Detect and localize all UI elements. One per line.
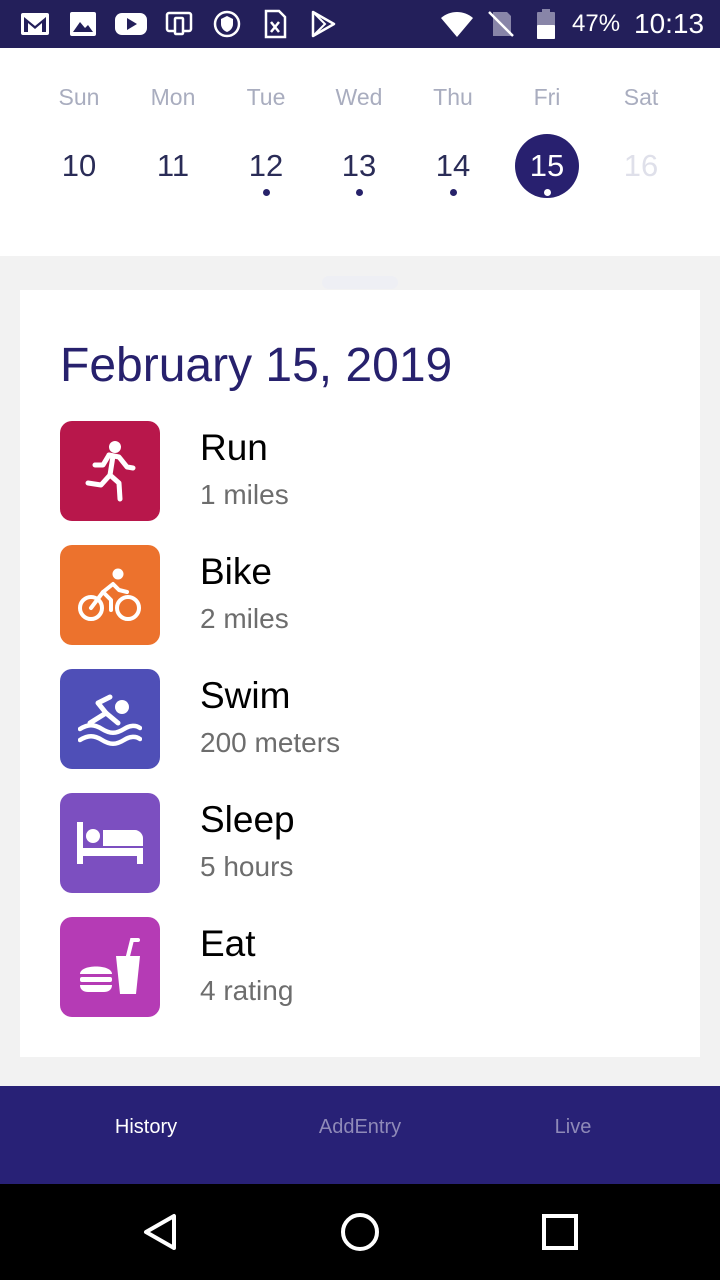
day-number-10[interactable]: 10 [47,134,111,198]
bottom-tab-bar: History AddEntry Live [0,1086,720,1184]
entry-run[interactable]: Run 1 miles [60,421,660,521]
home-icon[interactable] [336,1208,384,1256]
entry-label: Run [200,427,268,468]
system-nav-bar [0,1184,720,1280]
wifi-icon [440,10,474,38]
day-number-16: 16 [623,148,659,183]
entry-label: Swim [200,675,291,716]
gmail-icon [20,10,50,38]
no-signal-icon [486,10,516,38]
drag-handle[interactable] [322,276,398,289]
vpn-icon [212,10,242,38]
day-summary-card: February 15, 2019 Run 1 miles Bike 2 mil… [20,290,700,1057]
bike-icon [60,545,160,645]
entry-indicator-dot [356,189,363,196]
sim-icon [260,9,290,39]
entry-indicator-dot [544,189,551,196]
entry-sleep[interactable]: Sleep 5 hours [60,793,660,893]
device-icon [164,10,194,38]
week-calendar: Sun Mon Tue Wed Thu Fri Sat 10 11 12 13 14 15 16 [0,48,720,289]
day-name-sun: Sun [58,84,100,110]
day-name-thu: Thu [433,84,473,110]
bed-icon [60,793,160,893]
play-store-icon [308,10,338,38]
entry-label: Eat [200,923,256,964]
photos-icon [68,10,98,38]
entry-value: 2 miles [200,603,289,634]
running-icon [60,421,160,521]
food-icon [60,917,160,1017]
day-name-mon: Mon [150,84,196,110]
entry-indicator-dot [263,189,270,196]
entry-eat[interactable]: Eat 4 rating [60,917,660,1017]
tab-add-entry[interactable]: AddEntry [260,1086,460,1184]
battery-icon [532,9,560,39]
tab-live[interactable]: Live [473,1086,673,1184]
entry-value: 5 hours [200,851,294,882]
swim-icon [60,669,160,769]
clock: 10:13 [634,8,705,39]
day-name-tue: Tue [246,84,286,110]
youtube-icon [114,10,148,38]
day-number-11[interactable]: 11 [141,134,205,198]
day-name-fri: Fri [533,84,561,110]
recents-icon[interactable] [536,1208,584,1256]
entry-label: Sleep [200,799,295,840]
day-name-sat: Sat [623,84,659,110]
entry-value: 4 rating [200,975,294,1006]
selected-date-title: February 15, 2019 [60,339,453,392]
entry-indicator-dot [450,189,457,196]
battery-percent: 47% [572,10,621,37]
entry-value: 200 meters [200,727,341,758]
status-bar: 47% 10:13 [0,0,720,48]
day-name-wed: Wed [335,84,383,110]
back-icon[interactable] [136,1208,184,1256]
entry-label: Bike [200,551,272,592]
tab-history[interactable]: History [46,1086,246,1184]
entry-swim[interactable]: Swim 200 meters [60,669,660,769]
entry-bike[interactable]: Bike 2 miles [60,545,660,645]
entry-value: 1 miles [200,479,289,510]
